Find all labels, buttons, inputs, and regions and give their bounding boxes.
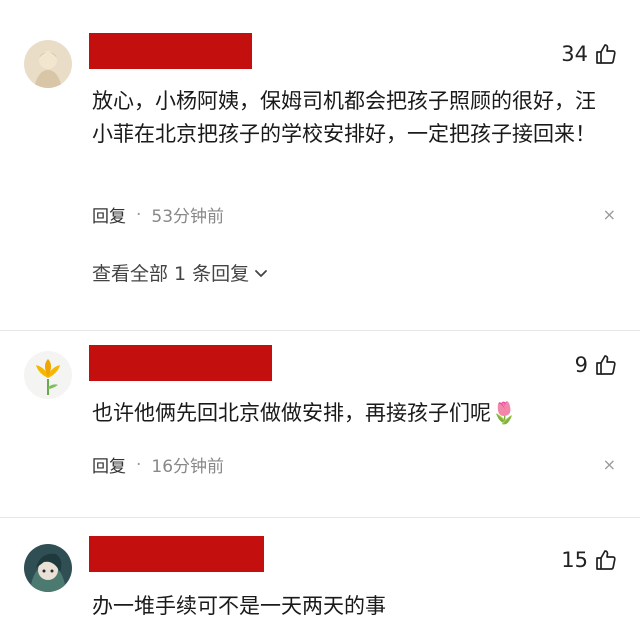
avatar[interactable] [24,544,72,592]
comment-text: 也许他俩先回北京做做安排，再接孩子们呢 [92,401,491,425]
separator-dot: · [136,454,142,475]
like-count: 34 [561,42,588,66]
view-all-replies-link[interactable]: 查看全部 1 条回复 [92,259,269,286]
like-count: 9 [574,353,588,377]
comment-2: 9 也许他俩先回北京做做安排，再接孩子们呢🌷 回复 · 16分钟前 × [0,331,640,517]
chevron-down-icon [255,269,268,277]
comment-1: 34 放心，小杨阿姨，保姆司机都会把孩子照顾的很好，汪小菲在北京把孩子的学校安排… [0,0,640,330]
like-button[interactable]: 34 [561,42,618,66]
timestamp: 16分钟前 [151,457,225,477]
reply-button[interactable]: 回复 [92,202,126,227]
like-button[interactable]: 15 [561,548,618,572]
reply-button[interactable]: 回复 [92,452,126,477]
comment-text: 办一堆手续可不是一天两天的事 [92,594,386,618]
timestamp: 53分钟前 [151,207,225,227]
close-icon[interactable]: × [603,205,616,224]
comment-meta: 回复 · 53分钟前 [92,202,225,228]
separator-dot: · [136,204,142,225]
view-replies-label: 查看全部 1 条回复 [92,263,250,285]
redacted-username [89,536,264,572]
avatar[interactable] [24,40,72,88]
avatar[interactable] [24,351,72,399]
close-icon[interactable]: × [603,455,616,474]
comment-text: 放心，小杨阿姨，保姆司机都会把孩子照顾的很好，汪小菲在北京把孩子的学校安排好，一… [92,89,596,146]
tulip-emoji: 🌷 [491,401,518,425]
like-button[interactable]: 9 [575,353,618,377]
redacted-username [89,345,272,381]
comment-text-row: 也许他俩先回北京做做安排，再接孩子们呢🌷 [92,397,612,430]
like-count: 15 [561,548,588,572]
comment-meta: 回复 · 16分钟前 [92,452,225,478]
thumbs-up-icon [596,550,616,570]
thumbs-up-icon [596,355,616,375]
comment-3: 15 办一堆手续可不是一天两天的事 [0,518,640,635]
redacted-username [89,33,252,69]
thumbs-up-icon [596,44,616,64]
